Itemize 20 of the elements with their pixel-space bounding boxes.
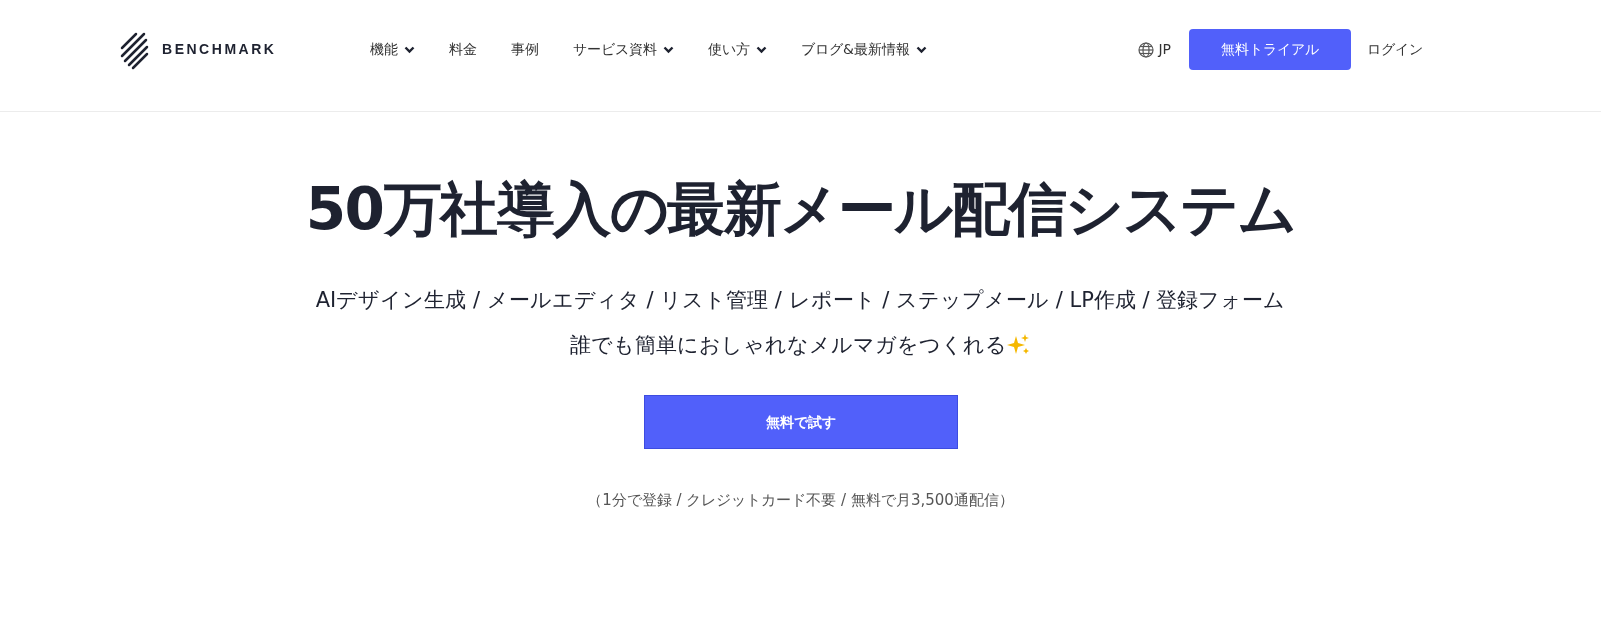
chevron-down-icon: [663, 45, 674, 54]
features-text: AIデザイン生成 / メールエディタ / リスト管理 / レポート / ステップメール / LP作成 / 登録フォーム: [315, 290, 1286, 311]
nav-link[interactable]: 機能: [370, 39, 415, 60]
chevron-down-icon: [915, 45, 927, 54]
nav-link[interactable]: 料金: [449, 39, 477, 60]
try-free-button[interactable]: 無料で試す: [643, 395, 958, 449]
globe-icon[interactable]: [1138, 41, 1155, 58]
chevron-down-icon: [404, 45, 415, 54]
nav-link[interactable]: ブログ&最新情報: [801, 39, 927, 60]
tagline-text: 誰でも簡単におしゃれなメルマガをつくれる: [570, 334, 1007, 356]
nav-link[interactable]: 使い方: [708, 39, 767, 60]
hero-title: 50万社導入の最新メール配信システム: [305, 180, 1296, 238]
nav-link[interactable]: サービス資料: [573, 39, 674, 60]
chevron-down-icon: [756, 45, 767, 54]
language-link[interactable]: JP: [1158, 39, 1171, 60]
logo-text: BENCHMARK: [162, 40, 277, 59]
login-link[interactable]: ログイン: [1367, 39, 1423, 60]
note-text: （1分で登録 / クレジットカード不要 / 無料で月3,500通配信）: [587, 490, 1014, 511]
nav-link[interactable]: 事例: [511, 39, 539, 60]
free-trial-button[interactable]: 無料トライアル: [1189, 29, 1351, 70]
